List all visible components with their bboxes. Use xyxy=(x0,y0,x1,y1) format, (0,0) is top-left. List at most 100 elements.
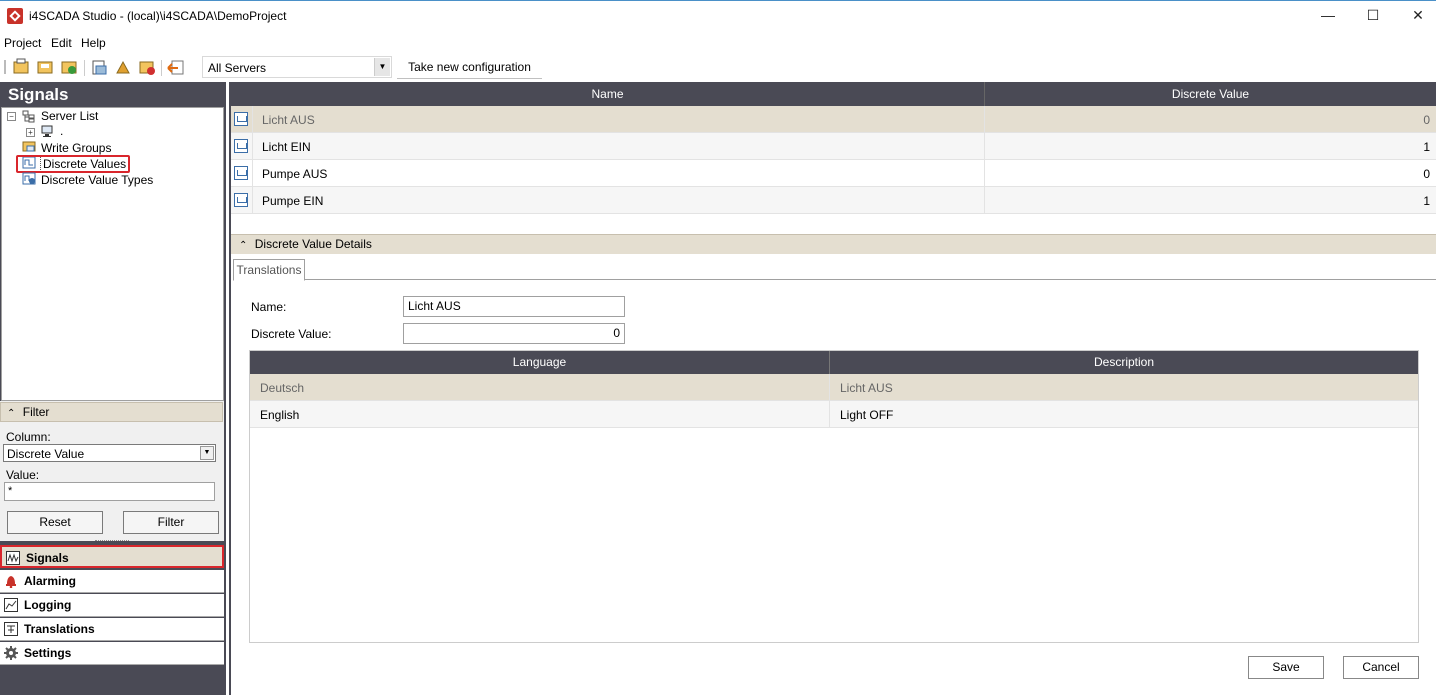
signals-tree: − Server List + . Write Groups Discrete … xyxy=(1,107,224,401)
column-header-description[interactable]: Description xyxy=(830,351,1418,374)
discrete-value-types-icon xyxy=(22,172,36,185)
delete-icon xyxy=(139,61,155,75)
row-name: Licht AUS xyxy=(262,113,315,127)
tree-item-write-groups[interactable]: Write Groups xyxy=(41,141,111,155)
collapse-icon: ⌃ xyxy=(7,408,16,419)
table-row[interactable]: Licht EIN 1 xyxy=(231,133,1436,160)
name-label: Name: xyxy=(251,300,287,314)
collapse-toggle[interactable]: − xyxy=(7,112,16,121)
divider xyxy=(829,374,830,401)
tab-translations[interactable]: Translations xyxy=(233,259,305,281)
row-language: Deutsch xyxy=(260,381,305,395)
tree-item-server-list[interactable]: Server List xyxy=(41,109,98,123)
selection-highlight xyxy=(16,155,130,173)
divider xyxy=(984,106,985,133)
take-new-configuration-button[interactable]: Take new configuration xyxy=(397,55,542,79)
menu-bar xyxy=(0,31,1436,53)
server-select-value: All Servers xyxy=(208,61,267,75)
signal-icon xyxy=(234,112,248,126)
expand-toggle[interactable]: + xyxy=(26,128,35,137)
filter-button[interactable]: Filter xyxy=(123,511,219,534)
window-title: i4SCADA Studio - (local)\i4SCADA\DemoPro… xyxy=(29,9,287,23)
table-row[interactable]: Licht AUS 0 xyxy=(231,106,1436,133)
filter-header[interactable]: ⌃ Filter xyxy=(0,402,223,422)
filter-value-input[interactable]: * xyxy=(4,482,215,501)
close-button[interactable]: ✕ xyxy=(1395,0,1436,31)
nav-label: Logging xyxy=(24,598,72,612)
divider xyxy=(984,187,985,214)
row-description: Light OFF xyxy=(840,408,894,422)
bell-icon xyxy=(6,576,16,588)
table-row[interactable]: Pumpe EIN 1 xyxy=(231,187,1436,214)
nav-label: Alarming xyxy=(24,574,77,588)
row-value: 0 xyxy=(1423,167,1430,181)
row-value: 1 xyxy=(1423,140,1430,154)
signal-icon xyxy=(234,166,248,180)
chevron-down-icon[interactable]: ▼ xyxy=(374,58,390,76)
divider xyxy=(984,133,985,160)
row-description: Licht AUS xyxy=(840,381,893,395)
table-row[interactable]: Pumpe AUS 0 xyxy=(231,160,1436,187)
filter-header-label: Filter xyxy=(22,405,50,419)
chevron-down-icon[interactable]: ▼ xyxy=(200,446,214,460)
row-name: Pumpe EIN xyxy=(262,194,324,208)
column-header-name[interactable]: Name xyxy=(231,82,985,106)
nav-signals[interactable]: Signals xyxy=(0,545,224,568)
tab-strip-border xyxy=(305,279,1436,280)
save-button[interactable]: Save xyxy=(1248,656,1324,679)
logging-icon xyxy=(4,598,18,612)
import-icon xyxy=(116,60,130,74)
translations-grid-header: Language Description xyxy=(250,351,1418,374)
row-value: 0 xyxy=(1423,113,1430,127)
details-header-label: Discrete Value Details xyxy=(254,237,372,251)
discrete-value-field[interactable]: 0 xyxy=(403,323,625,344)
table-row[interactable]: English Light OFF xyxy=(250,401,1418,428)
signals-icon xyxy=(6,551,20,565)
translations-icon xyxy=(4,622,18,636)
exit-icon xyxy=(167,60,184,75)
open-project-icon xyxy=(37,61,53,74)
nav-translations[interactable]: Translations xyxy=(0,618,224,641)
reset-button[interactable]: Reset xyxy=(7,511,103,534)
row-name: Pumpe AUS xyxy=(262,167,328,181)
nav-label: Settings xyxy=(24,646,72,660)
cancel-button[interactable]: Cancel xyxy=(1343,656,1419,679)
details-header[interactable]: ⌃ Discrete Value Details xyxy=(231,234,1436,254)
minimize-button[interactable]: — xyxy=(1305,0,1351,31)
column-header-language[interactable]: Language xyxy=(250,351,830,374)
splitter-handle[interactable] xyxy=(95,540,129,543)
nav-alarming[interactable]: Alarming xyxy=(0,570,224,593)
nav-label: Translations xyxy=(24,622,95,636)
discrete-value-label: Discrete Value: xyxy=(251,327,332,341)
column-select[interactable]: Discrete Value ▼ xyxy=(3,444,216,462)
maximize-button[interactable]: ☐ xyxy=(1350,0,1396,31)
column-header-discrete-value[interactable]: Discrete Value xyxy=(985,82,1436,106)
write-groups-icon xyxy=(22,141,36,152)
collapse-icon: ⌃ xyxy=(239,240,248,251)
row-name: Licht EIN xyxy=(262,140,311,154)
nav-settings[interactable]: Settings xyxy=(0,642,224,665)
menu-edit[interactable]: Edit xyxy=(51,36,72,50)
server-select[interactable]: All Servers ▼ xyxy=(202,56,392,78)
app-logo-icon xyxy=(7,8,23,24)
refresh-project-icon xyxy=(61,61,77,74)
nav-logging[interactable]: Logging xyxy=(0,594,224,617)
toolbar-icons xyxy=(4,58,184,76)
name-field[interactable]: Licht AUS xyxy=(403,296,625,317)
panel-title: Signals xyxy=(0,82,226,107)
divider xyxy=(984,160,985,187)
value-label: Value: xyxy=(6,468,40,482)
row-value: 1 xyxy=(1423,194,1430,208)
column-select-value: Discrete Value xyxy=(7,447,85,461)
menu-project[interactable]: Project xyxy=(4,36,41,50)
grid-header: Name Discrete Value xyxy=(231,82,1436,106)
column-label: Column: xyxy=(6,430,51,444)
export-icon xyxy=(92,60,107,75)
table-row[interactable]: Deutsch Licht AUS xyxy=(250,374,1418,401)
signal-icon xyxy=(234,193,248,207)
tree-item-server[interactable]: . xyxy=(60,124,63,138)
tree-item-discrete-value-types[interactable]: Discrete Value Types xyxy=(41,173,153,187)
new-project-icon xyxy=(13,58,29,74)
menu-help[interactable]: Help xyxy=(81,36,106,50)
nav-label: Signals xyxy=(26,551,69,565)
